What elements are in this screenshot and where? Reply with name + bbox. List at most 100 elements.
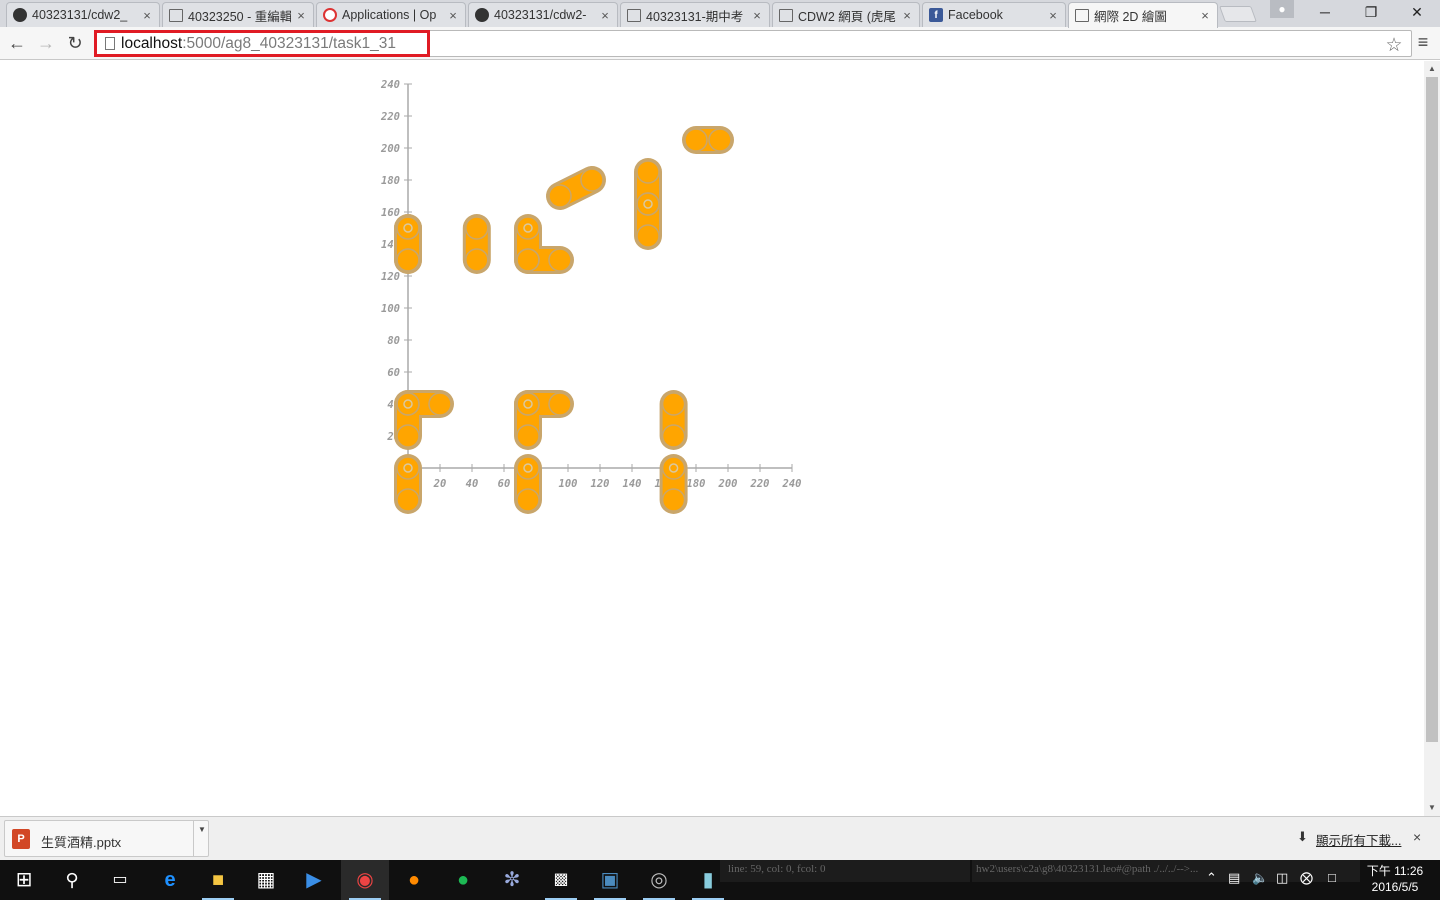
tab-title: 40323131-期中考 [646,9,744,24]
action-center-icon[interactable]: □ [1328,870,1336,885]
scroll-down-arrow-icon[interactable]: ▼ [1424,800,1440,816]
tab-close-icon[interactable]: × [447,8,459,23]
scroll-up-arrow-icon[interactable]: ▲ [1424,61,1440,77]
document-icon [779,8,793,22]
download-shelf: P 生質酒精.pptx ▼ ⬇ 顯示所有下載... × [0,816,1440,860]
openshift-icon [323,8,337,22]
tab-close-icon[interactable]: × [1047,8,1059,23]
new-tab-button[interactable] [1219,6,1257,22]
scroll-thumb[interactable] [1426,77,1438,742]
clock-date: 2016/5/5 [1371,880,1419,894]
tab-1[interactable]: 40323131/cdw2_ × [6,2,160,27]
close-window-button[interactable]: ✕ [1394,0,1440,24]
firefox-icon[interactable]: ● [390,860,438,900]
bookmark-star-icon[interactable]: ☆ [1383,35,1405,57]
x-tick-label: 40 [466,478,479,490]
network-icon[interactable]: ▤ [1228,870,1240,886]
y-tick-label: 60 [387,367,400,379]
tab-title: 40323131/cdw2- [494,8,587,22]
python-icon[interactable]: ▣ [586,860,634,900]
tab-3[interactable]: Applications | Op × [316,2,466,27]
notification-x-icon[interactable]: ⨂ [1300,870,1313,886]
tab-7[interactable]: f Facebook × [922,2,1066,27]
spotify-icon[interactable]: ● [439,860,487,900]
store-icon[interactable]: ▦ [242,860,290,900]
tab-title: Facebook [948,8,1003,22]
edge-icon[interactable]: e [146,860,194,900]
taskbar-clock[interactable]: 下午 11:26 2016/5/5 [1362,863,1428,895]
tab-close-icon[interactable]: × [295,8,307,23]
y-tick-label: 100 [381,303,400,315]
github-icon [13,8,27,22]
chrome-icon[interactable]: ◉ [341,860,389,900]
y-tick-label: 80 [387,335,400,347]
download-filename[interactable]: 生質酒精.pptx [41,832,121,851]
github-icon [475,8,489,22]
url-highlight-box [94,30,430,57]
tab-6[interactable]: CDW2 網頁 (虎尾 × [772,2,920,27]
browser-window: 40323131/cdw2_ × 40323250 - 重編輯 × Applicatio… [0,0,1440,860]
tab-title: 40323250 - 重編輯 [188,9,291,24]
chrome-menu-icon[interactable]: ≡ [1412,31,1434,53]
page-content: 2040608010012014016018020022024020406080… [0,61,1424,816]
vertical-scrollbar[interactable]: ▲ ▼ [1424,61,1440,816]
download-arrow-icon: ⬇ [1297,829,1308,844]
tab-title: 40323131/cdw2_ [32,8,128,22]
tab-8[interactable]: 網際 2D 繪圖 × [1068,2,1218,28]
cmd-icon[interactable]: ▩ [537,860,585,900]
x-tick-label: 120 [591,478,610,490]
tab-5[interactable]: 40323131-期中考 × [620,2,770,27]
minimize-button[interactable]: ─ [1302,0,1348,24]
tab-close-icon[interactable]: × [901,8,913,23]
restore-button[interactable]: ❐ [1348,0,1394,24]
download-item[interactable]: P 生質酒精.pptx ▼ [4,820,209,857]
document-icon [1075,9,1089,22]
search-icon[interactable]: ⚲ [48,860,96,900]
facebook-icon: f [929,8,943,22]
reload-icon[interactable]: ↻ [63,31,87,55]
volume-icon[interactable]: 🔈 [1252,870,1268,886]
document-icon [169,8,183,22]
tab-title: CDW2 網頁 (虎尾 [798,9,896,24]
tray-chevron-up-icon[interactable]: ⌃ [1206,870,1217,886]
y-tick-label: 160 [381,207,400,219]
media-player-icon[interactable]: ▶ [290,860,338,900]
y-tick-label: 200 [380,143,400,155]
tab-4[interactable]: 40323131/cdw2- × [468,2,618,27]
forward-arrow-icon[interactable]: → [34,31,58,55]
y-tick-label: 220 [380,111,400,123]
divider [193,821,194,856]
x-tick-label: 180 [687,478,706,490]
x-tick-label: 240 [782,478,802,490]
link-bar [549,169,603,207]
windows-start-icon[interactable]: ⊞ [0,860,48,900]
close-download-shelf-icon[interactable]: × [1413,829,1421,845]
file-explorer-icon[interactable]: ■ [194,860,242,900]
x-tick-label: 60 [498,478,511,490]
links-layer [394,126,734,514]
y-tick-label: 240 [380,79,400,91]
y-tick-label: 180 [381,175,400,187]
download-menu-chevron-icon[interactable]: ▼ [196,825,208,834]
browser-toolbar: ← → ↻ localhost:5000/ag8_40323131/task1_… [0,27,1440,60]
x-tick-label: 140 [623,478,642,490]
tab-close-icon[interactable]: × [1199,8,1211,23]
show-all-downloads-link[interactable]: 顯示所有下載... [1316,830,1401,849]
task-view-icon[interactable]: ▭ [96,860,144,900]
x-tick-label: 200 [718,478,738,490]
tab-close-icon[interactable]: × [599,8,611,23]
document-icon [627,8,641,22]
editor-status-text: line: 59, col: 0, fcol: 0 [720,860,970,882]
x-tick-label: 20 [433,478,447,490]
tab-close-icon[interactable]: × [141,8,153,23]
tab-title: 網際 2D 繪圖 [1094,10,1167,24]
x-tick-label: 100 [559,478,578,490]
paint-icon[interactable]: ✼ [488,860,536,900]
back-arrow-icon[interactable]: ← [5,31,29,55]
sphere-app-icon[interactable]: ◎ [635,860,683,900]
ime-icon[interactable]: ◫ [1276,870,1288,886]
tab-strip: 40323131/cdw2_ × 40323250 - 重編輯 × Applicatio… [0,0,1440,28]
tab-2[interactable]: 40323250 - 重編輯 × [162,2,314,27]
profile-icon[interactable]: ● [1270,0,1294,18]
tab-close-icon[interactable]: × [751,8,763,23]
